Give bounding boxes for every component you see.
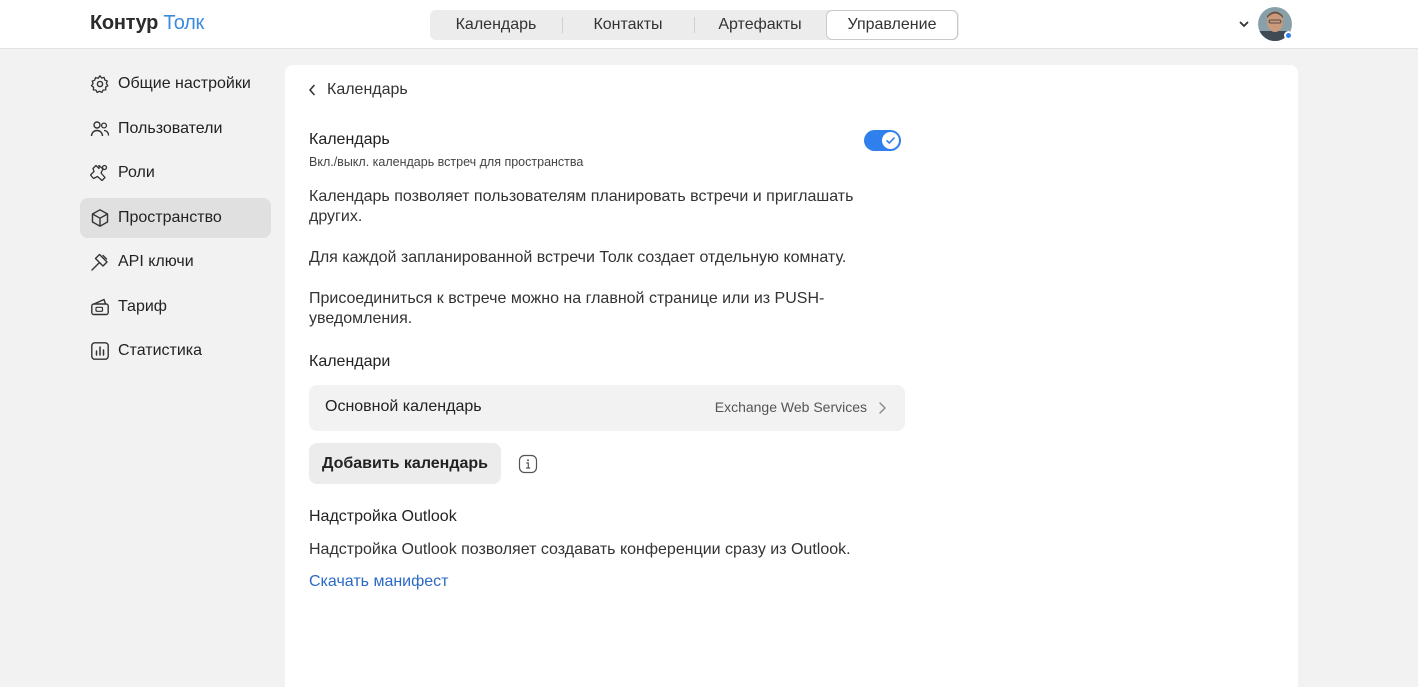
sidebar-item-roles[interactable]: Роли xyxy=(80,153,271,193)
cube-icon xyxy=(90,208,110,228)
info-icon[interactable] xyxy=(518,454,538,474)
outlook-addin-description: Надстройка Outlook позволяет создавать к… xyxy=(309,541,851,558)
sidebar: Общие настройки Пользователи Роли Простр… xyxy=(80,64,271,376)
tab-contacts[interactable]: Контакты xyxy=(562,10,694,40)
tab-calendar[interactable]: Календарь xyxy=(430,10,562,40)
sidebar-item-label: API ключи xyxy=(118,253,194,270)
chevron-left-icon xyxy=(309,84,315,96)
calendar-section-title: Календарь xyxy=(309,131,390,148)
calendars-heading: Календари xyxy=(309,353,391,370)
calendar-type: Exchange Web Services xyxy=(714,399,867,415)
gear-icon xyxy=(90,74,110,94)
description-paragraph: Присоединиться к встрече можно на главно… xyxy=(309,290,825,327)
sidebar-item-label: Пространство xyxy=(118,208,222,226)
tab-management[interactable]: Управление xyxy=(826,10,958,40)
check-icon xyxy=(886,137,895,144)
add-calendar-button[interactable]: Добавить календарь xyxy=(309,443,501,484)
sidebar-item-label: Роли xyxy=(118,164,155,181)
calendar-toggle[interactable] xyxy=(864,130,901,151)
description-paragraph: Календарь позволяет пользователям планир… xyxy=(309,188,854,225)
sidebar-item-general-settings[interactable]: Общие настройки xyxy=(80,64,271,104)
brand-name-part2: Толк xyxy=(163,12,204,34)
description-paragraph: Для каждой запланированной встречи Толк … xyxy=(309,249,847,266)
chevron-right-icon xyxy=(879,402,886,414)
calendar-list-item[interactable]: Основной календарь Exchange Web Services xyxy=(309,385,905,431)
sidebar-item-label: Статистика xyxy=(118,342,203,359)
user-menu[interactable] xyxy=(1236,7,1293,41)
sidebar-item-users[interactable]: Пользователи xyxy=(80,109,271,149)
top-bar: Контур Толк Календарь Контакты Артефакты… xyxy=(0,0,1418,49)
brand-name-part1: Контур xyxy=(90,12,159,34)
users-icon xyxy=(90,119,110,139)
sidebar-item-label: Общие настройки xyxy=(118,75,251,92)
back-link[interactable]: Календарь xyxy=(307,81,408,99)
main-panel: Календарь Календарь Вкл./выкл. календарь… xyxy=(285,65,1298,687)
chevron-down-icon[interactable] xyxy=(1236,16,1252,32)
calendar-name: Основной календарь xyxy=(325,398,482,415)
api-key-icon xyxy=(90,252,110,272)
avatar[interactable] xyxy=(1258,7,1293,41)
sidebar-item-api-keys[interactable]: API ключи xyxy=(80,242,271,282)
tab-artifacts[interactable]: Артефакты xyxy=(694,10,826,40)
calendar-section-subtitle: Вкл./выкл. календарь встреч для простран… xyxy=(309,155,584,169)
top-tabs: Календарь Контакты Артефакты Управление xyxy=(430,10,959,40)
roles-icon xyxy=(90,163,110,183)
back-link-label: Календарь xyxy=(327,81,408,98)
tariff-icon xyxy=(90,297,110,317)
toggle-knob xyxy=(882,132,899,149)
app-logo[interactable]: Контур Толк xyxy=(90,12,204,35)
sidebar-item-space[interactable]: Пространство xyxy=(80,197,271,238)
sidebar-item-label: Пользователи xyxy=(118,119,223,137)
online-status-dot xyxy=(1284,31,1293,40)
sidebar-item-tariff[interactable]: Тариф xyxy=(80,287,271,327)
sidebar-item-statistics[interactable]: Статистика xyxy=(80,331,271,371)
sidebar-item-label: Тариф xyxy=(118,297,167,315)
outlook-addin-heading: Надстройка Outlook xyxy=(309,508,457,525)
download-manifest-link[interactable]: Скачать манифест xyxy=(309,573,449,591)
chart-icon xyxy=(90,341,110,361)
